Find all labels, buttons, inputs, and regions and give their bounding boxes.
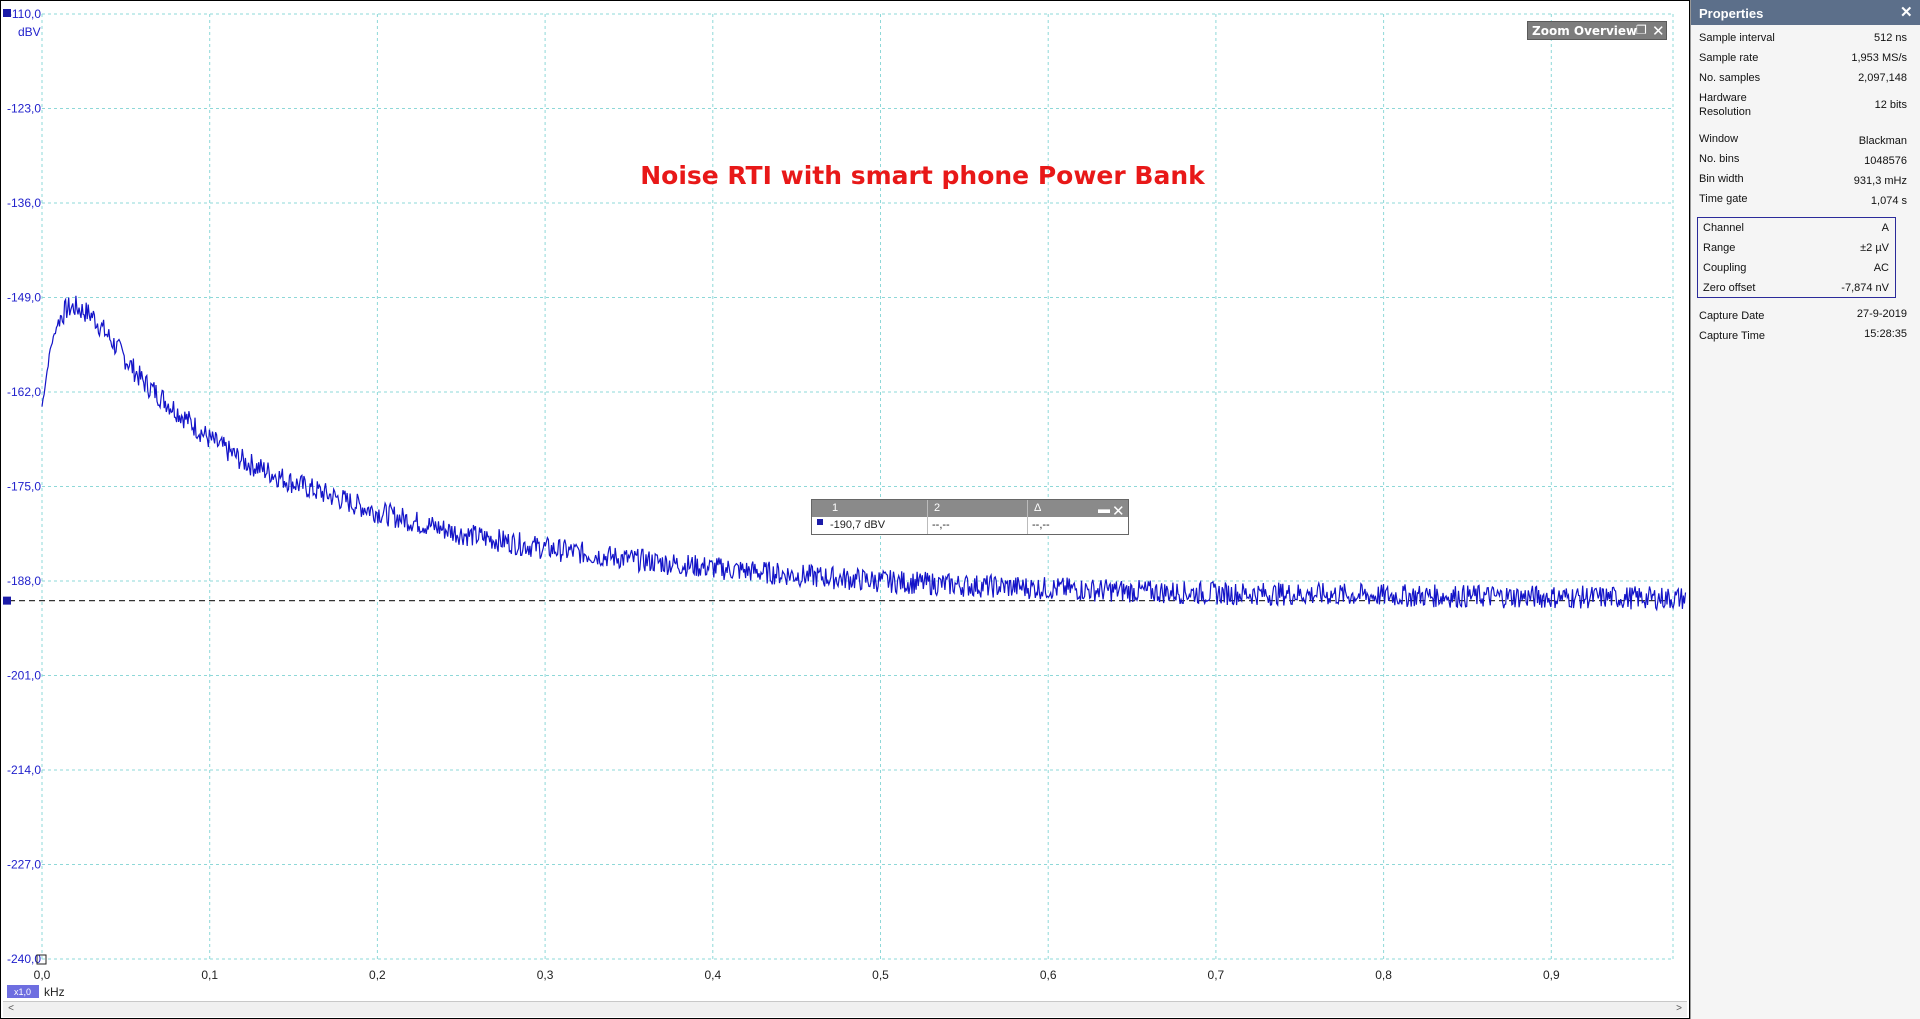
property-row: Hardware Resolution 12 bits — [1699, 92, 1907, 122]
y-tick-label: -240,0 — [7, 952, 41, 966]
x-tick-label: 0,2 — [369, 968, 386, 982]
x-tick-label: 0,5 — [872, 968, 889, 982]
divider — [1027, 500, 1028, 534]
property-value: 931,3 mHz — [1853, 175, 1907, 187]
ruler-table[interactable]: 1 2 Δ ▬ ✕ -190,7 dBV --,-- --,-- — [811, 499, 1129, 535]
property-row: Channel A — [1703, 222, 1889, 238]
property-label: Window — [1699, 133, 1739, 145]
property-row: Sample interval 512 ns — [1699, 32, 1907, 48]
y-tick-label: -162,0 — [7, 385, 41, 399]
property-row: No. samples 2,097,148 — [1699, 72, 1907, 88]
y-tick-label: -136,0 — [7, 196, 41, 210]
restore-icon[interactable]: ❐ — [1636, 23, 1647, 37]
property-value: -7,874 nV — [1841, 282, 1889, 294]
y-tick-label: -123,0 — [7, 102, 41, 116]
property-value: 2,097,148 — [1858, 72, 1907, 84]
ruler-col-delta: Δ — [1034, 502, 1042, 514]
minimize-icon[interactable]: ▬ — [1098, 502, 1110, 516]
x-tick-label: 0,7 — [1208, 968, 1225, 982]
scroll-right-icon[interactable]: > — [1672, 1003, 1686, 1015]
property-row: Bin width 931,3 mHz — [1699, 173, 1907, 189]
y-tick-label: -214,0 — [7, 763, 41, 777]
axis-handle[interactable] — [3, 9, 11, 17]
property-row: Coupling AC — [1703, 262, 1889, 278]
y-tick-label: -188,0 — [7, 574, 41, 588]
channel-a-swatch — [817, 519, 823, 525]
property-label: Resolution — [1699, 106, 1751, 118]
x-tick-label: 0,0 — [34, 968, 51, 982]
property-label: Capture Time — [1699, 330, 1766, 342]
ruler-value-1: -190,7 dBV — [830, 519, 886, 531]
ruler-col-1: 1 — [832, 502, 839, 514]
property-label: Zero offset — [1703, 282, 1756, 294]
y-tick-label: -110,0 — [8, 7, 41, 21]
property-label: Capture Date — [1699, 310, 1765, 322]
ruler-value-2: --,-- — [932, 519, 950, 531]
x-tick-label: 0,4 — [704, 968, 721, 982]
zoom-overview-label: Zoom Overview — [1532, 24, 1638, 38]
property-row: Window Blackman — [1699, 133, 1907, 149]
x-tick-label: 0,3 — [537, 968, 554, 982]
y-tick-label: -175,0 — [7, 480, 41, 494]
property-value: AC — [1873, 262, 1889, 274]
x-tick-label: 0,9 — [1543, 968, 1560, 982]
zoom-overview-button[interactable]: Zoom Overview ❐ ✕ — [1527, 21, 1667, 40]
property-row: Sample rate 1,953 MS/s — [1699, 52, 1907, 68]
property-row: Capture Date 27-9-2019 — [1699, 308, 1907, 324]
app-window: -110,0 -123,0 -136,0 -149,0 -162,0 -175,0 -188… — [0, 0, 1920, 1019]
property-row: No. bins 1048576 — [1699, 153, 1907, 169]
property-label: No. bins — [1699, 153, 1740, 165]
property-label: Range — [1703, 242, 1736, 254]
spectrum-trace — [41, 295, 1687, 612]
property-value: 15:28:35 — [1864, 328, 1907, 340]
property-value: A — [1881, 222, 1889, 234]
property-value: 27-9-2019 — [1856, 308, 1907, 320]
close-icon[interactable]: ✕ — [1652, 22, 1665, 40]
properties-title: Properties — [1699, 6, 1764, 21]
divider — [927, 500, 928, 534]
property-value: 12 bits — [1874, 99, 1907, 111]
property-row: Time gate 1,074 s — [1699, 193, 1907, 209]
property-label: No. samples — [1699, 72, 1761, 84]
ruler-table-row: -190,7 dBV --,-- --,-- — [812, 517, 1128, 534]
y-unit-label: dBV — [18, 25, 41, 39]
y-tick-label: -201,0 — [7, 669, 41, 683]
property-label: Channel — [1703, 222, 1744, 234]
close-icon[interactable]: ✕ — [1900, 3, 1913, 21]
property-value: 1048576 — [1864, 155, 1907, 167]
y-tick-label: -227,0 — [7, 858, 41, 872]
horizontal-scrollbar[interactable]: < > — [3, 1001, 1687, 1017]
property-label: Sample rate — [1699, 52, 1759, 64]
x-tick-label: 0,6 — [1040, 968, 1057, 982]
ruler-col-2: 2 — [934, 502, 941, 514]
property-label: Hardware — [1699, 92, 1747, 104]
property-value: Blackman — [1858, 135, 1907, 147]
x-tick-label: 0,1 — [201, 968, 218, 982]
y-tick-label: -149,0 — [7, 291, 41, 305]
property-label: Time gate — [1699, 193, 1748, 205]
scroll-left-icon[interactable]: < — [4, 1003, 18, 1015]
property-row: Range ±2 µV — [1703, 242, 1889, 258]
property-value: 512 ns — [1873, 32, 1907, 44]
property-row: Zero offset -7,874 nV — [1703, 282, 1889, 298]
property-value: 1,953 MS/s — [1851, 52, 1907, 64]
property-label: Bin width — [1699, 173, 1744, 185]
ruler-table-header: 1 2 Δ ▬ ✕ — [812, 500, 1128, 520]
scope-view[interactable]: -110,0 -123,0 -136,0 -149,0 -162,0 -175,0 -188… — [0, 0, 1690, 1019]
property-value: ±2 µV — [1860, 242, 1889, 254]
ruler-value-delta: --,-- — [1032, 519, 1050, 531]
property-label: Sample interval — [1699, 32, 1775, 44]
properties-titlebar: Properties ✕ — [1691, 0, 1920, 25]
x-tick-label: 0,8 — [1375, 968, 1392, 982]
property-row: Capture Time 15:28:35 — [1699, 328, 1907, 344]
x-unit-label: kHz — [44, 985, 65, 999]
ruler-handle[interactable] — [3, 596, 11, 605]
properties-panel: Properties ✕ Sample interval 512 ns Samp… — [1690, 0, 1920, 1019]
property-value: 1,074 s — [1870, 195, 1907, 207]
x-zoom-badge-label: x1,0 — [14, 987, 31, 997]
property-label: Coupling — [1703, 262, 1747, 274]
